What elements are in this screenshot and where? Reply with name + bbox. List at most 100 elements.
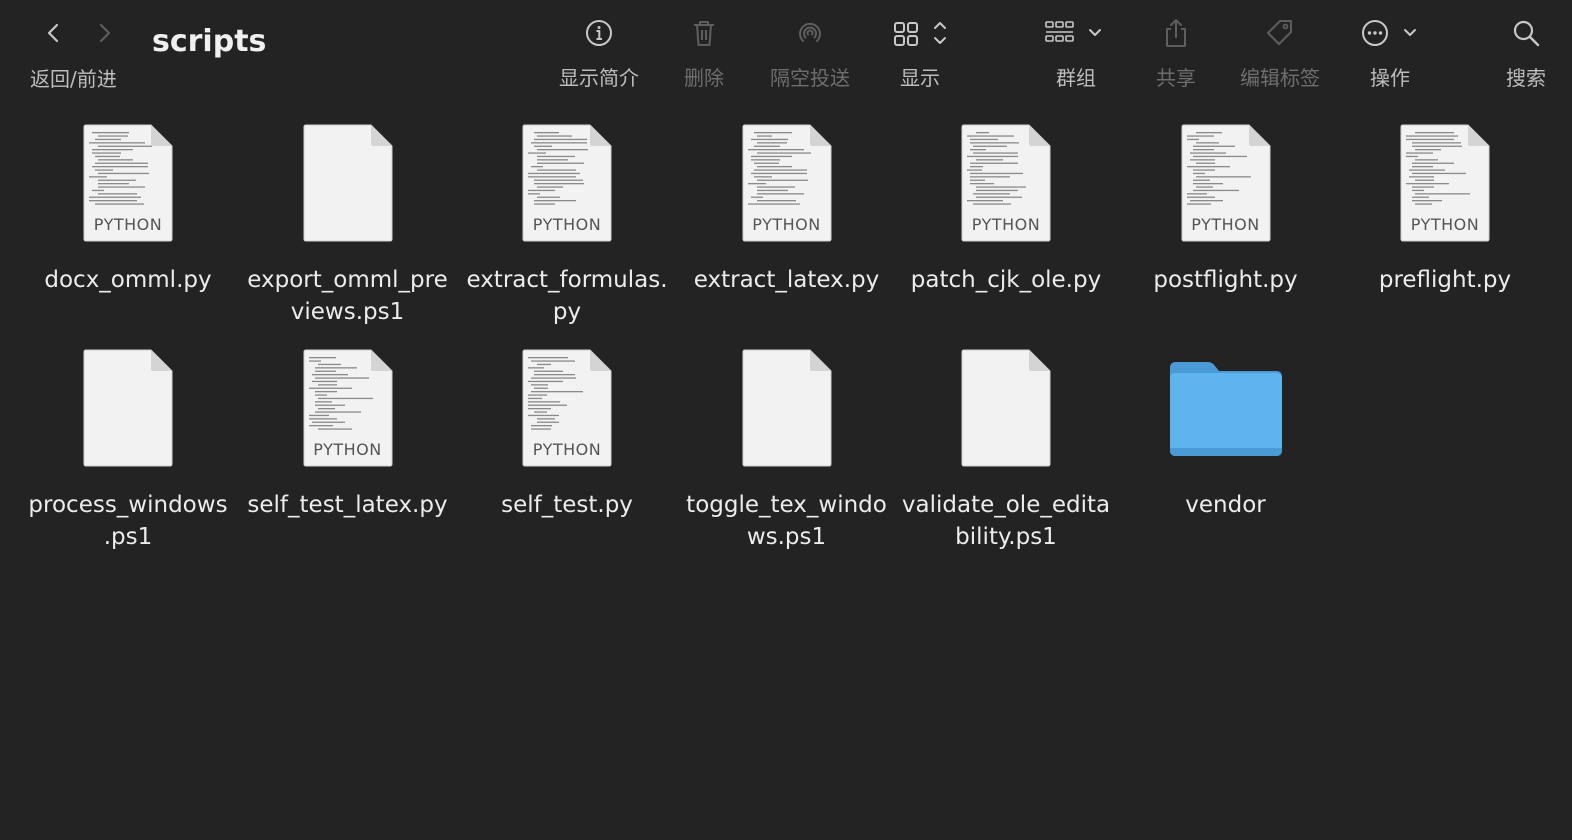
group-label: 群组: [1056, 66, 1096, 90]
file-name-line: preflight.py: [1378, 267, 1512, 293]
file-name: toggle_tex_windo ws.ps1: [677, 489, 897, 553]
python-file-icon: PYTHON: [303, 349, 393, 467]
python-file-icon: PYTHON: [1400, 124, 1490, 242]
file-name-line: bility.ps1: [955, 524, 1057, 550]
action-button[interactable]: 操作: [1358, 14, 1422, 91]
file-name: process_windows .ps1: [18, 489, 238, 553]
view-label: 显示: [900, 66, 940, 90]
file-name-line: validate_ole_edita: [901, 492, 1111, 518]
edit-tags-label: 编辑标签: [1240, 66, 1320, 90]
python-file-icon: PYTHON: [1181, 124, 1271, 242]
file-item[interactable]: PYTHON self_test_latex.py: [238, 343, 458, 521]
file-type-badge: PYTHON: [313, 440, 382, 459]
toolbar: 返回/前进 scripts 显示简介 删除 隔空投送 显示 群组 共享 编辑标签…: [0, 0, 1572, 108]
file-item[interactable]: validate_ole_edita bility.ps1: [896, 343, 1116, 553]
file-name-line: postflight.py: [1153, 267, 1298, 293]
file-item[interactable]: PYTHON preflight.py: [1335, 118, 1555, 296]
file-thumbnail: PYTHON: [63, 118, 193, 248]
file-item[interactable]: PYTHON postflight.py: [1116, 118, 1336, 296]
file-type-badge: PYTHON: [532, 440, 602, 459]
file-thumbnail: PYTHON: [283, 343, 413, 473]
file-item[interactable]: PYTHON docx_omml.py: [18, 118, 238, 296]
file-name-line: vendor: [1185, 492, 1266, 518]
search-button[interactable]: 搜索: [1500, 14, 1552, 91]
file-name-line: py: [552, 299, 582, 325]
python-file-icon: PYTHON: [961, 124, 1051, 242]
file-item[interactable]: PYTHON patch_cjk_ole.py: [896, 118, 1116, 296]
file-name-line: self_test_latex.py: [247, 492, 448, 518]
search-label: 搜索: [1506, 66, 1546, 90]
back-button[interactable]: [39, 18, 69, 48]
file-thumbnail: [722, 343, 852, 473]
file-name: validate_ole_edita bility.ps1: [896, 489, 1116, 553]
file-type-badge: PYTHON: [93, 215, 163, 234]
back-forward-label: 返回/前进: [30, 67, 117, 91]
file-name-line: docx_omml.py: [44, 267, 212, 293]
file-name: docx_omml.py: [18, 264, 238, 296]
document-icon: [303, 124, 393, 242]
python-file-icon: PYTHON: [742, 124, 832, 242]
file-type-badge: PYTHON: [1191, 215, 1260, 234]
info-icon: [586, 20, 612, 46]
file-type-badge: PYTHON: [1410, 215, 1480, 234]
file-thumbnail: PYTHON: [1380, 118, 1510, 248]
file-name: postflight.py: [1116, 264, 1336, 296]
file-name-line: process_windows: [28, 492, 228, 518]
view-button[interactable]: 显示: [890, 14, 950, 91]
file-item[interactable]: PYTHON self_test.py: [457, 343, 677, 521]
file-name-line: extract_latex.py: [693, 267, 880, 293]
file-name: export_omml_pre views.ps1: [238, 264, 458, 328]
edit-tags-button[interactable]: 编辑标签: [1236, 14, 1324, 91]
file-name: extract_latex.py: [677, 264, 897, 296]
search-icon: [1513, 20, 1540, 47]
folder-item[interactable]: vendor: [1116, 343, 1336, 521]
file-name-line: self_test.py: [501, 492, 633, 518]
file-name: vendor: [1116, 489, 1336, 521]
file-name-line: extract_formulas.: [466, 267, 668, 293]
file-name: self_test_latex.py: [238, 489, 458, 521]
python-file-icon: PYTHON: [522, 124, 612, 242]
file-item[interactable]: PYTHON extract_latex.py: [677, 118, 897, 296]
file-item[interactable]: toggle_tex_windo ws.ps1: [677, 343, 897, 553]
file-thumbnail: [63, 343, 193, 473]
file-name-line: views.ps1: [290, 299, 405, 325]
file-name-line: export_omml_pre: [247, 267, 448, 293]
airdrop-button[interactable]: 隔空投送: [766, 14, 854, 91]
share-icon: [1166, 19, 1186, 47]
python-file-icon: PYTHON: [522, 349, 612, 467]
forward-button[interactable]: [89, 18, 119, 48]
share-label: 共享: [1156, 66, 1196, 90]
file-type-badge: PYTHON: [971, 215, 1041, 234]
folder-icon: [1169, 362, 1282, 456]
get-info-button[interactable]: 显示简介: [556, 14, 642, 91]
chevron-right-icon: [99, 23, 111, 43]
file-thumbnail: [283, 118, 413, 248]
file-thumbnail: PYTHON: [502, 343, 632, 473]
file-type-badge: PYTHON: [752, 215, 821, 234]
file-name: self_test.py: [457, 489, 677, 521]
file-name: extract_formulas.py: [457, 264, 677, 328]
document-icon: [83, 349, 173, 467]
file-item[interactable]: PYTHON extract_formulas.py: [457, 118, 677, 328]
file-item[interactable]: process_windows .ps1: [18, 343, 238, 553]
file-name-line: .ps1: [103, 524, 153, 550]
trash-icon: [694, 21, 714, 46]
file-name: preflight.py: [1335, 264, 1555, 296]
group-button[interactable]: 群组: [1044, 14, 1108, 91]
icon-view-icon: [894, 22, 946, 46]
window-title: scripts: [152, 24, 267, 59]
share-button[interactable]: 共享: [1152, 14, 1200, 91]
file-thumbnail: PYTHON: [722, 118, 852, 248]
delete-label: 删除: [684, 66, 724, 90]
file-item[interactable]: export_omml_pre views.ps1: [238, 118, 458, 328]
file-name-line: toggle_tex_windo: [686, 492, 887, 518]
document-icon: [961, 349, 1051, 467]
document-icon: [742, 349, 832, 467]
file-thumbnail: [1161, 343, 1291, 473]
python-file-icon: PYTHON: [83, 124, 173, 242]
file-name-line: ws.ps1: [746, 524, 827, 550]
file-name: patch_cjk_ole.py: [896, 264, 1116, 296]
more-icon: [1362, 20, 1416, 46]
get-info-label: 显示简介: [559, 66, 639, 90]
delete-button[interactable]: 删除: [680, 14, 728, 91]
